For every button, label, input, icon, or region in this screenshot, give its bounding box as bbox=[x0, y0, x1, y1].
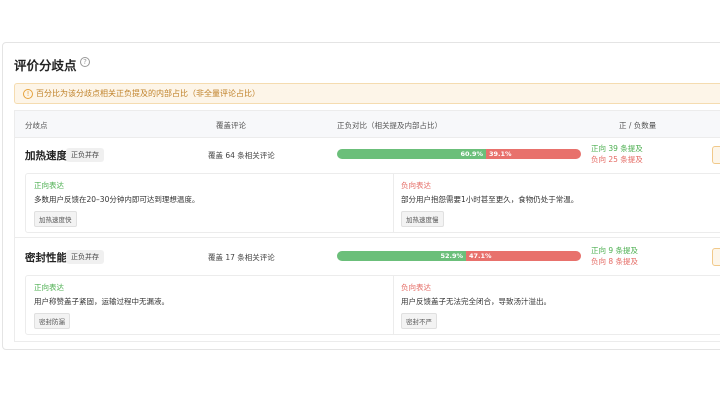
row-action-button[interactable] bbox=[712, 146, 720, 164]
negative-detail: 负向表达 部分用户抱怨需要1小时甚至更久，食物仍处于常温。 加热速度慢 bbox=[393, 174, 720, 232]
positive-tag: 密封防漏 bbox=[34, 313, 70, 329]
row-detail: 正向表达 用户称赞盖子紧固，运输过程中无漏液。 密封防漏 负向表达 用户反馈盖子… bbox=[25, 275, 720, 335]
coverage-count: 覆盖 17 条相关评论 bbox=[208, 253, 275, 262]
coverage-count: 覆盖 64 条相关评论 bbox=[208, 151, 275, 160]
info-icon: ! bbox=[23, 89, 33, 99]
negative-segment: 39.1% bbox=[486, 149, 581, 159]
negative-detail: 负向表达 用户反馈盖子无法完全闭合，导致汤汁溢出。 密封不严 bbox=[393, 276, 720, 334]
column-coverage: 覆盖评论 bbox=[216, 121, 246, 130]
positive-count: 正向 39 条提及 bbox=[591, 144, 643, 153]
negative-count: 负向 8 条提及 bbox=[591, 257, 639, 266]
positive-text: 用户称赞盖子紧固，运输过程中无漏液。 bbox=[34, 297, 169, 306]
point-name: 密封性能 bbox=[25, 252, 67, 264]
notice-text: 百分比为该分歧点相关正负提及的内部占比（非全量评论占比） bbox=[36, 89, 260, 98]
ratio-bar: 60.9% 39.1% bbox=[337, 149, 581, 159]
negative-count: 负向 25 条提及 bbox=[591, 155, 643, 164]
negative-title: 负向表达 bbox=[401, 181, 431, 190]
positive-detail: 正向表达 多数用户反馈在20–30分钟内即可达到理想温度。 加热速度快 bbox=[26, 174, 394, 232]
negative-tag: 加热速度慢 bbox=[401, 211, 444, 227]
status-badge: 正负并存 bbox=[66, 250, 104, 264]
divergence-table: 分歧点 覆盖评论 正负对比（相关提及内部占比） 正 / 负数量 加热速度 正负并… bbox=[14, 110, 720, 342]
negative-title: 负向表达 bbox=[401, 283, 431, 292]
positive-title: 正向表达 bbox=[34, 283, 64, 292]
ratio-bar: 52.9% 47.1% bbox=[337, 251, 581, 261]
table-row: 加热速度 正负并存 覆盖 64 条相关评论 60.9% 39.1% 正向 39 … bbox=[15, 137, 720, 173]
table-header: 分歧点 覆盖评论 正负对比（相关提及内部占比） 正 / 负数量 bbox=[15, 111, 720, 138]
row-divider bbox=[15, 237, 720, 238]
negative-text: 部分用户抱怨需要1小时甚至更久，食物仍处于常温。 bbox=[401, 195, 579, 204]
positive-segment: 52.9% bbox=[337, 251, 466, 261]
page-title: 评价分歧点 bbox=[14, 58, 77, 73]
positive-tag: 加热速度快 bbox=[34, 211, 77, 227]
column-counts: 正 / 负数量 bbox=[619, 121, 657, 130]
point-name: 加热速度 bbox=[25, 150, 67, 162]
notice-banner: ! 百分比为该分歧点相关正负提及的内部占比（非全量评论占比） bbox=[14, 83, 720, 104]
row-action-button[interactable] bbox=[712, 248, 720, 266]
status-badge: 正负并存 bbox=[66, 148, 104, 162]
help-icon[interactable]: ? bbox=[80, 57, 90, 67]
column-point: 分歧点 bbox=[25, 121, 48, 130]
negative-text: 用户反馈盖子无法完全闭合，导致汤汁溢出。 bbox=[401, 297, 551, 306]
table-row: 密封性能 正负并存 覆盖 17 条相关评论 52.9% 47.1% 正向 9 条… bbox=[15, 239, 720, 275]
negative-tag: 密封不严 bbox=[401, 313, 437, 329]
negative-segment: 47.1% bbox=[466, 251, 581, 261]
positive-text: 多数用户反馈在20–30分钟内即可达到理想温度。 bbox=[34, 195, 200, 204]
column-ratio: 正负对比（相关提及内部占比） bbox=[337, 121, 442, 130]
positive-detail: 正向表达 用户称赞盖子紧固，运输过程中无漏液。 密封防漏 bbox=[26, 276, 394, 334]
positive-count: 正向 9 条提及 bbox=[591, 246, 639, 255]
positive-segment: 60.9% bbox=[337, 149, 486, 159]
positive-title: 正向表达 bbox=[34, 181, 64, 190]
row-detail: 正向表达 多数用户反馈在20–30分钟内即可达到理想温度。 加热速度快 负向表达… bbox=[25, 173, 720, 233]
